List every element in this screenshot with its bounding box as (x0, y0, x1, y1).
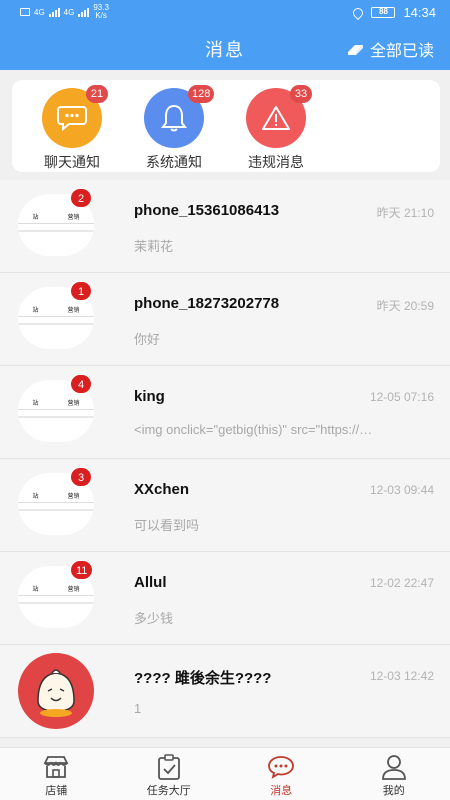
store-icon (41, 754, 71, 780)
message-preview: 1 (134, 701, 142, 716)
nav-profile[interactable]: 我的 (338, 748, 450, 800)
chat-unread-badge: 21 (86, 85, 108, 103)
unread-badge: 11 (70, 560, 94, 580)
message-time: 12-05 07:16 (369, 390, 434, 404)
contact-name: king (134, 388, 165, 405)
clipboard-check-icon (154, 754, 184, 780)
category-chat-label: 聊天通知 (44, 154, 100, 170)
profile-icon (379, 754, 409, 780)
bell-icon: 128 (144, 85, 215, 148)
nav-profile-label: 我的 (382, 785, 405, 797)
mark-all-read-button[interactable]: 全部已读 (346, 37, 434, 61)
contact-name: XXchen (134, 481, 190, 498)
nav-messages-label: 消息 (270, 785, 293, 797)
nav-task-hall[interactable]: 任务大厅 (113, 748, 226, 800)
list-item[interactable]: 站营销 1 phone_18273202778 昨天 20:59 你好 (0, 273, 450, 366)
list-item[interactable]: ???? 雎後余生???? 12-03 12:42 1 (0, 645, 450, 738)
message-time: 12-03 09:44 (369, 483, 434, 497)
contact-name: phone_18273202778 (134, 295, 280, 312)
message-preview: 多少钱 (134, 611, 174, 626)
nav-store-label: 店铺 (45, 785, 68, 797)
message-time: 12-02 22:47 (369, 576, 434, 590)
sim-icon (20, 8, 30, 16)
contact-name: Allul (134, 574, 167, 591)
unread-badge: 1 (70, 281, 92, 301)
list-item[interactable]: 站营销 2 phone_15361086413 昨天 21:10 茉莉花 (0, 180, 450, 273)
message-list: 站营销 2 phone_15361086413 昨天 21:10 茉莉花 站营销… (0, 180, 450, 738)
notification-categories: 21 聊天通知 128 系统通知 33 违规消息 (12, 80, 440, 172)
nav-task-hall-label: 任务大厅 (146, 785, 191, 797)
message-icon (266, 754, 296, 780)
network-speed: 93.3 K/s (93, 3, 109, 20)
app-header: 消息 全部已读 (0, 26, 450, 70)
chat-bubble-icon: 21 (42, 85, 108, 148)
network-type-b: 4G (63, 7, 75, 17)
status-right: 88 14:34 (351, 5, 436, 20)
message-preview: 茉莉花 (134, 239, 174, 254)
network-type-a: 4G (34, 7, 45, 17)
unread-badge: 4 (70, 374, 92, 394)
message-time: 昨天 21:10 (376, 206, 434, 220)
category-violation-label: 违规消息 (248, 154, 304, 170)
battery-icon: 88 (371, 7, 396, 18)
nav-store[interactable]: 店铺 (0, 748, 113, 800)
cartoon-face-icon (37, 669, 75, 717)
bottom-navigation: 店铺 任务大厅 消息 我的 (0, 747, 450, 800)
message-preview: 可以看到吗 (134, 518, 200, 533)
message-time: 昨天 20:59 (376, 299, 434, 313)
warning-icon: 33 (246, 85, 312, 148)
signal-icon (48, 7, 60, 17)
category-system-label: 系统通知 (146, 154, 202, 170)
unread-badge: 3 (70, 467, 92, 487)
system-unread-badge: 128 (188, 85, 215, 103)
eraser-icon (346, 43, 364, 55)
status-bar: 4G 4G 93.3 K/s 88 14:34 (0, 0, 450, 26)
mark-all-read-label: 全部已读 (369, 43, 434, 60)
status-left: 4G 4G 93.3 K/s (20, 4, 109, 20)
message-preview: 你好 (134, 332, 161, 347)
list-item[interactable]: 站营销 11 Allul 12-02 22:47 多少钱 (0, 552, 450, 645)
signal-icon-2 (78, 7, 90, 17)
location-icon (351, 5, 366, 20)
nav-messages[interactable]: 消息 (225, 748, 338, 800)
violation-unread-badge: 33 (290, 85, 312, 103)
category-system[interactable]: 128 系统通知 (124, 85, 224, 172)
category-violation[interactable]: 33 违规消息 (226, 85, 326, 172)
clock: 14:34 (403, 5, 436, 20)
contact-name: ???? 雎後余生???? (134, 670, 272, 687)
message-preview: <img onclick="getbig(this)" src="https:/… (134, 422, 373, 437)
contact-name: phone_15361086413 (134, 202, 280, 219)
category-chat[interactable]: 21 聊天通知 (22, 85, 122, 172)
message-time: 12-03 12:42 (369, 669, 434, 683)
list-item[interactable]: 站营销 4 king 12-05 07:16 <img onclick="get… (0, 366, 450, 459)
unread-badge: 2 (70, 188, 92, 208)
list-item[interactable]: 站营销 3 XXchen 12-03 09:44 可以看到吗 (0, 459, 450, 552)
avatar (18, 653, 94, 729)
